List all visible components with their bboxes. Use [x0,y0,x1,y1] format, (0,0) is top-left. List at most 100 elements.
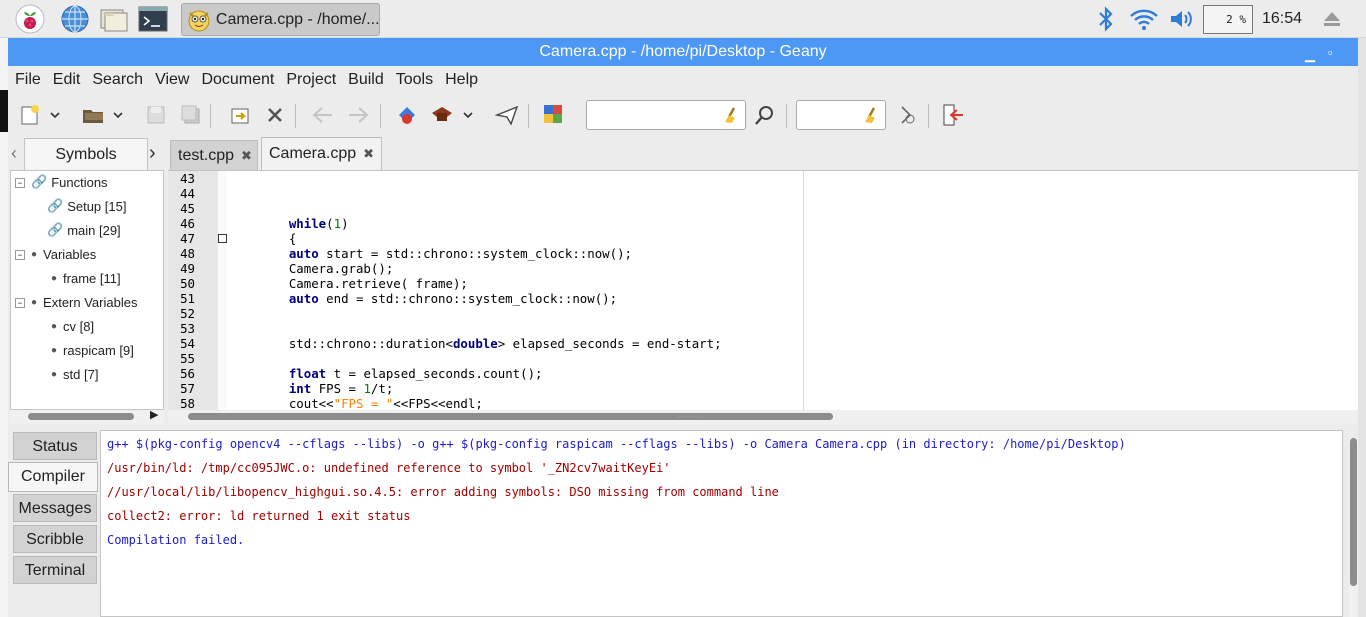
menu-tools[interactable]: Tools [396,71,433,89]
eject-icon[interactable] [1316,4,1348,34]
minimize-icon[interactable]: ▁ [1305,41,1315,69]
menu-search[interactable]: Search [92,71,143,89]
line-number: 54 [180,336,195,351]
symbol-tree-scrollbar-thumb[interactable] [28,413,134,420]
tree-item-raspicam[interactable]: ● raspicam [9] [51,339,134,361]
clear-search-icon[interactable] [724,106,740,127]
sidebar-tabs-scroll-right-icon[interactable]: › [149,142,156,165]
code-line[interactable]: { [259,231,296,246]
compiler-output-line[interactable]: collect2: error: ld returned 1 exit stat… [107,509,410,523]
execute-icon[interactable] [494,102,520,128]
search-icon[interactable] [752,102,778,128]
tab-test-cpp[interactable]: test.cpp ✖ [170,140,258,170]
tree-item-frame[interactable]: ● frame [11] [51,267,121,289]
tab-camera-cpp[interactable]: Camera.cpp ✖ [261,137,382,170]
code-line[interactable]: Camera.retrieve( frame); [259,276,468,291]
code-editor[interactable]: 43 44 45 46 47 48 49 50 51 52 53 54 55 56 57 58 while(1… [168,170,1358,410]
color-chooser-icon[interactable] [541,102,567,128]
tree-item-std[interactable]: ● std [7] [51,363,98,385]
menu-help[interactable]: Help [445,71,478,89]
tab-status[interactable]: Status [13,432,97,460]
clear-goto-line-icon[interactable] [864,106,880,127]
fold-marker-icon[interactable] [218,234,227,243]
menu-edit[interactable]: Edit [53,71,81,89]
menu-view[interactable]: View [155,71,189,89]
tab-messages[interactable]: Messages [13,494,97,522]
tab-compiler[interactable]: Compiler [8,462,98,492]
build-icon[interactable] [429,102,455,128]
pane-resize-handle[interactable] [678,416,702,418]
code-line[interactable]: int FPS = 1/t; [259,381,393,396]
raspberry-menu-icon[interactable] [14,4,46,34]
tree-group-functions[interactable]: 🔗 Functions [31,171,108,193]
collapse-functions-icon[interactable]: − [15,178,25,188]
volume-icon[interactable] [1166,4,1198,34]
tree-item-setup[interactable]: 🔗 Setup [15] [47,195,126,217]
line-number: 58 [180,396,195,410]
code-line[interactable]: auto end = std::chrono::system_clock::no… [259,291,617,306]
new-file-icon[interactable] [17,102,43,128]
goto-line-input[interactable] [796,100,886,130]
menu-file[interactable]: File [15,71,41,89]
terminal-icon[interactable] [137,4,169,34]
menu-document[interactable]: Document [201,71,274,89]
compiler-output-line[interactable]: g++ $(pkg-config opencv4 --cflags --libs… [107,437,1126,451]
code-line[interactable]: std::chrono::duration<double> elapsed_se… [259,336,722,351]
open-file-icon[interactable] [80,102,106,128]
toolbar-separator [528,104,529,128]
jump-to-line-icon[interactable] [894,102,920,128]
geany-icon [188,10,210,31]
web-browser-icon[interactable] [59,4,91,34]
compiler-output-panel[interactable]: g++ $(pkg-config opencv4 --cflags --libs… [100,430,1343,617]
tree-group-variables[interactable]: ● Variables [31,243,96,265]
save-all-icon[interactable] [178,102,204,128]
code-line[interactable]: float t = elapsed_seconds.count(); [259,366,543,381]
file-manager-icon[interactable] [98,4,130,34]
window-titlebar[interactable]: Camera.cpp - /home/pi/Desktop - Geany ▁ … [8,38,1358,66]
tree-item-cv[interactable]: ● cv [8] [51,315,94,337]
compiler-output-line[interactable]: /usr/bin/ld: /tmp/cc095JWC.o: undefined … [107,461,671,475]
menu-project[interactable]: Project [286,71,336,89]
tree-group-extern-variables[interactable]: ● Extern Variables [31,291,137,313]
save-icon[interactable] [143,102,169,128]
search-input[interactable] [586,100,746,130]
editor-horizontal-scrollbar[interactable] [168,410,1358,424]
editor-scrollbar-thumb[interactable] [188,413,833,420]
close-icon[interactable] [262,102,288,128]
clock[interactable]: 16:54 [1262,10,1302,28]
tree-item-main[interactable]: 🔗 main [29] [47,219,121,241]
compiler-output-line[interactable]: //usr/local/lib/libopencv_highgui.so.4.5… [107,485,779,499]
navigate-forward-icon[interactable] [345,102,371,128]
code-line[interactable]: Camera.grab(); [259,261,393,276]
tab-symbols[interactable]: Symbols [24,138,148,170]
maximize-icon[interactable]: ▫ [1328,39,1333,67]
compile-icon[interactable] [394,102,420,128]
tab-scribble[interactable]: Scribble [13,525,97,553]
build-dropdown-icon[interactable] [461,102,475,128]
wifi-icon[interactable] [1128,4,1160,34]
navigate-back-icon[interactable] [310,102,336,128]
new-from-template-dropdown-icon[interactable] [48,102,62,128]
taskbar-window-button[interactable]: Camera.cpp - /home/... [181,3,380,36]
message-scrollbar-thumb[interactable] [1350,438,1357,586]
close-tab-icon[interactable]: ✖ [241,148,252,164]
code-line[interactable]: while(1) [259,216,349,231]
message-vertical-scrollbar[interactable] [1349,438,1358,617]
variable-icon: ● [51,272,58,284]
tab-terminal[interactable]: Terminal [13,556,97,584]
reload-icon[interactable] [227,102,253,128]
close-tab-icon[interactable]: ✖ [363,146,374,162]
quit-icon[interactable] [940,102,966,128]
cpu-usage-monitor[interactable]: 2 % [1203,5,1253,34]
code-line[interactable]: auto start = std::chrono::system_clock::… [259,246,632,261]
recent-files-dropdown-icon[interactable] [111,102,125,128]
collapse-variables-icon[interactable]: − [15,250,25,260]
collapse-extern-variables-icon[interactable]: − [15,298,25,308]
sidebar-tabs-scroll-left-icon[interactable]: ‹ [11,143,17,164]
bluetooth-icon[interactable] [1090,4,1122,34]
code-line[interactable]: cout<<"FPS = "<<FPS<<endl; [259,396,483,410]
menu-build[interactable]: Build [348,71,384,89]
scroll-right-arrow-icon[interactable]: ▶ [150,408,158,421]
symbol-tree-scrollbar[interactable]: ▶ [10,408,164,424]
compiler-output-line[interactable]: Compilation failed. [107,533,244,547]
